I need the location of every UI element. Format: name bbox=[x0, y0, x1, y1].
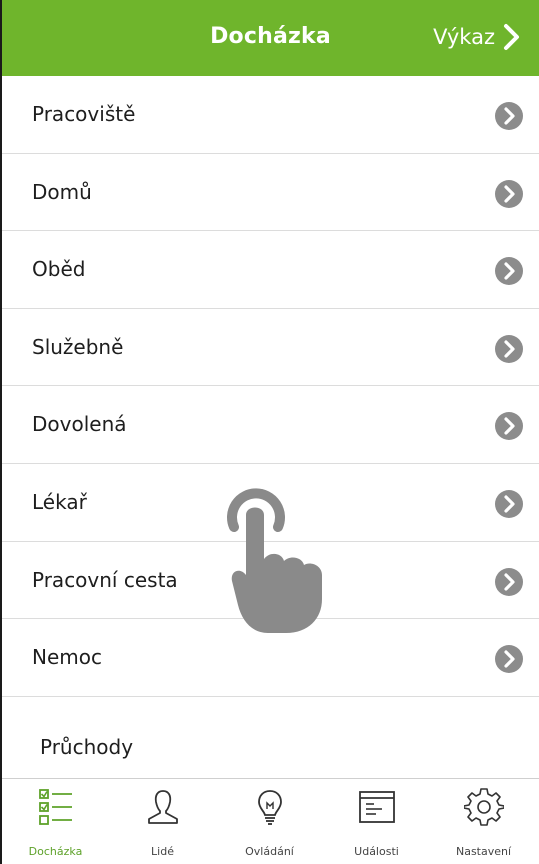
arrow-right-circle-icon bbox=[495, 412, 523, 441]
list-item-label: Oběd bbox=[32, 257, 86, 282]
list-item-label: Nemoc bbox=[32, 645, 102, 670]
list-item-label: Lékař bbox=[32, 489, 87, 514]
arrow-right-circle-icon bbox=[495, 257, 523, 286]
list-item-dovolena[interactable]: Dovolená bbox=[2, 386, 539, 464]
person-icon bbox=[147, 790, 178, 824]
list-item-domu[interactable]: Domů bbox=[2, 154, 539, 232]
arrow-right-circle-icon bbox=[495, 334, 523, 363]
arrow-right-circle-icon bbox=[495, 179, 523, 208]
arrow-right-circle-icon bbox=[495, 645, 523, 674]
list-item-sluzebne[interactable]: Služebně bbox=[2, 309, 539, 387]
tab-label: Události bbox=[354, 845, 399, 858]
events-window-icon bbox=[358, 791, 395, 823]
list-item-label: Domů bbox=[32, 179, 92, 204]
vykaz-button[interactable]: Výkaz bbox=[433, 22, 523, 52]
tab-nastaveni[interactable]: Nastavení bbox=[430, 779, 537, 864]
tab-lide[interactable]: Lidé bbox=[109, 779, 216, 864]
header-bar: Docházka Výkaz bbox=[2, 0, 539, 76]
gear-icon bbox=[463, 788, 504, 826]
section-header-pruchody: Průchody bbox=[40, 735, 134, 759]
bottom-tab-bar: Docházka Lidé Ovládání Události Nastaven… bbox=[2, 778, 539, 864]
list-item-label: Pracovní cesta bbox=[32, 567, 178, 592]
checklist-icon bbox=[38, 789, 72, 825]
tab-label: Lidé bbox=[151, 845, 174, 858]
lightbulb-icon bbox=[257, 790, 282, 825]
tab-label: Docházka bbox=[28, 845, 83, 858]
tab-dochazka[interactable]: Docházka bbox=[2, 779, 109, 864]
list-item-pracoviste[interactable]: Pracoviště bbox=[2, 76, 539, 154]
arrow-right-circle-icon bbox=[495, 567, 523, 596]
list-item-obed[interactable]: Oběd bbox=[2, 231, 539, 309]
tab-udalosti[interactable]: Události bbox=[323, 779, 430, 864]
tab-label: Ovládání bbox=[245, 845, 294, 858]
tab-ovladani[interactable]: Ovládání bbox=[216, 779, 323, 864]
tap-gesture-icon bbox=[227, 488, 322, 633]
list-item-label: Služebně bbox=[32, 334, 124, 359]
app-frame: Docházka Výkaz Pracoviště Domů Oběd Služ… bbox=[0, 0, 539, 864]
arrow-right-circle-icon bbox=[495, 102, 523, 130]
list-item-label: Pracoviště bbox=[32, 102, 136, 126]
chevron-right-icon bbox=[504, 24, 519, 50]
arrow-right-circle-icon bbox=[495, 489, 523, 518]
list-item-label: Dovolená bbox=[32, 412, 127, 437]
vykaz-label: Výkaz bbox=[433, 25, 495, 49]
tab-label: Nastavení bbox=[455, 845, 512, 858]
